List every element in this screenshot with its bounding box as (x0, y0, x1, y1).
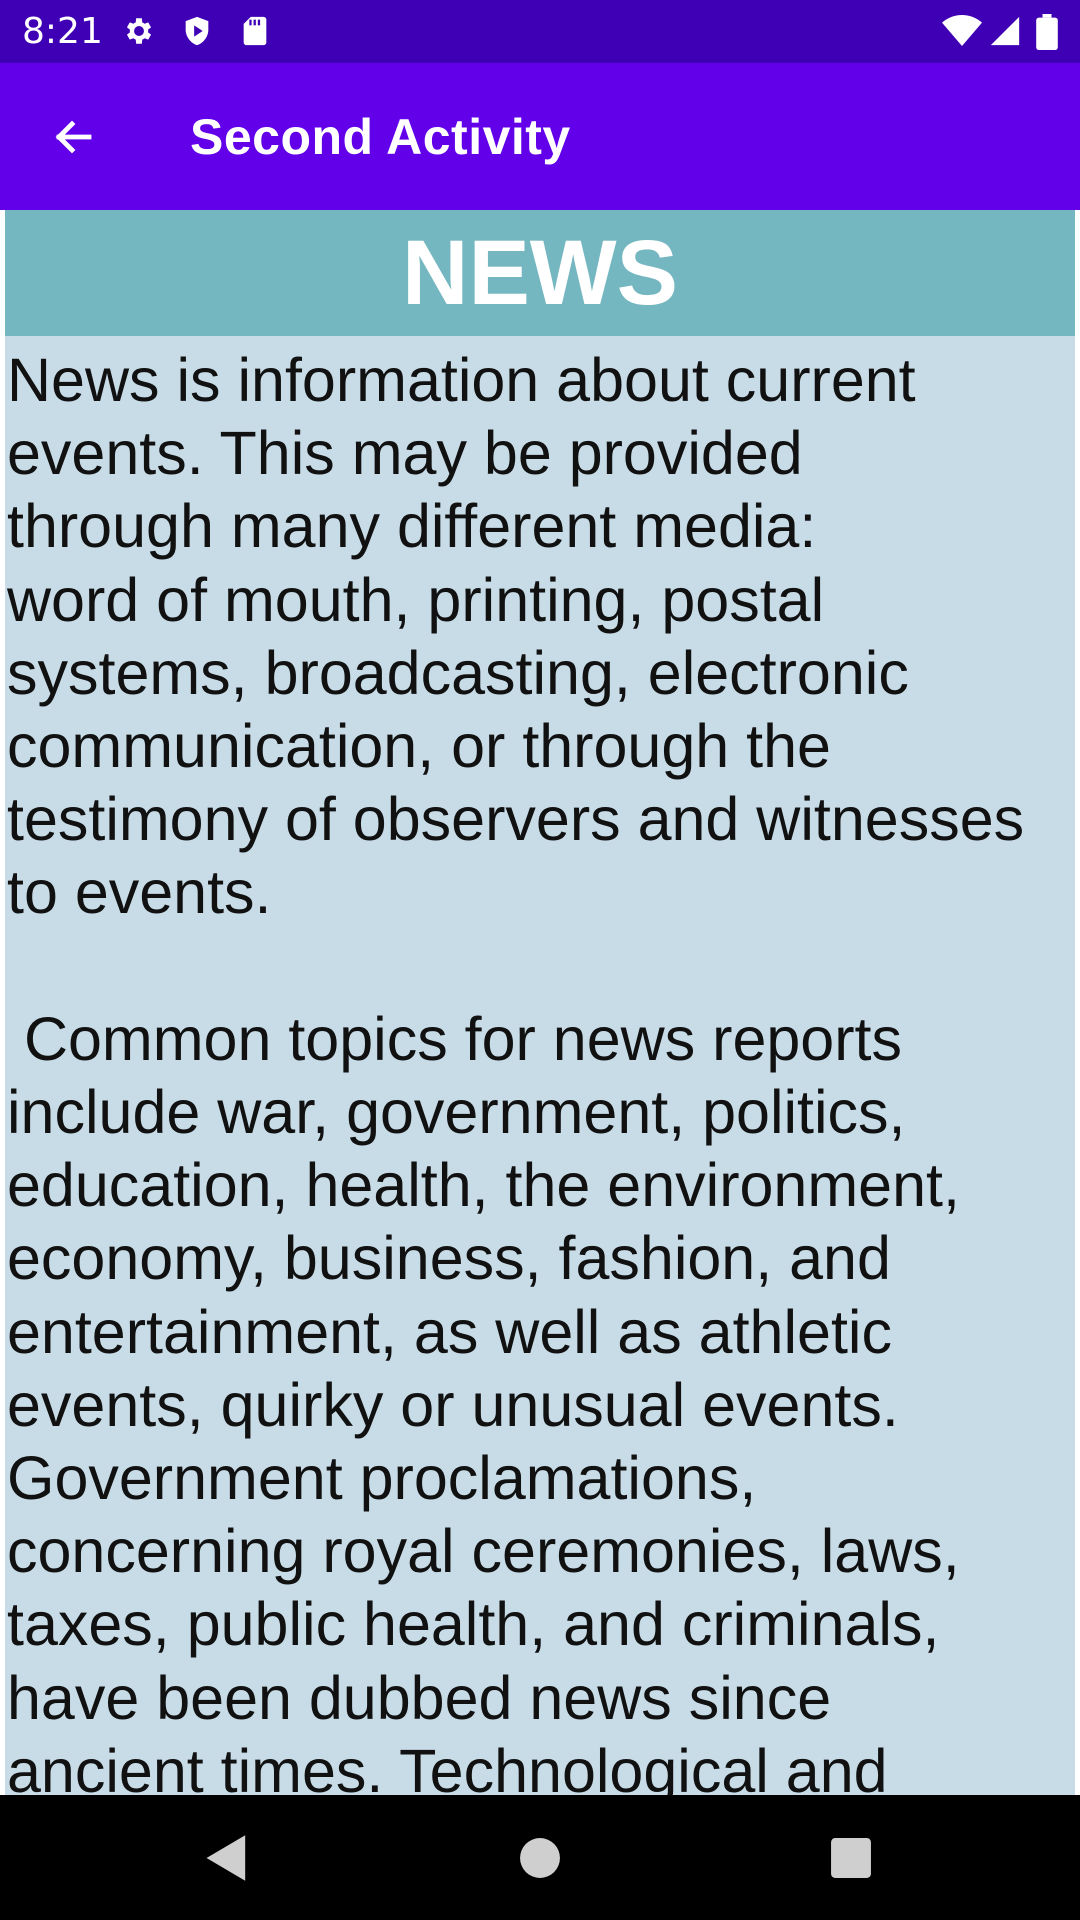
news-body-line: Government proclamations, (7, 1444, 757, 1513)
gear-icon (122, 14, 156, 48)
app-bar: Second Activity (0, 63, 1080, 210)
news-body-line: events, quirky or unusual events. (7, 1370, 899, 1439)
news-body-line: have been dubbed news since (7, 1663, 832, 1732)
app-title: Second Activity (190, 109, 571, 165)
nav-home-button[interactable] (505, 1823, 575, 1893)
nav-recents-button[interactable] (816, 1823, 886, 1893)
news-body-line: communication, or through the (7, 712, 831, 781)
status-time: 8:21 (22, 11, 103, 52)
news-body-line: testimony of observers and witnesses (7, 785, 1025, 854)
screen: 8:21 Second Activity NEWS News is inform… (0, 0, 1080, 1920)
news-header: NEWS (5, 210, 1075, 336)
news-body-line: to events. (7, 858, 272, 927)
back-triangle-icon (206, 1835, 246, 1881)
news-body-text: News is information about current events.… (5, 336, 1075, 1795)
wifi-icon (942, 14, 982, 48)
sd-card-icon (238, 14, 272, 48)
news-body-line: economy, business, fashion, and (7, 1224, 891, 1293)
news-body-line (7, 930, 1075, 1003)
recents-square-icon (831, 1838, 871, 1878)
news-body-line: systems, broadcasting, electronic (7, 638, 909, 707)
news-body-line: entertainment, as well as athletic (7, 1297, 892, 1366)
back-button[interactable] (30, 103, 116, 171)
news-body-line: include war, government, politics, (7, 1078, 906, 1147)
signal-icon (988, 14, 1022, 48)
news-body-line: taxes, public health, and criminals, (7, 1590, 940, 1659)
nav-back-button[interactable] (192, 1823, 262, 1893)
navigation-bar (0, 1795, 1080, 1920)
news-body-line: concerning royal ceremonies, laws, (7, 1517, 960, 1586)
news-body-line: through many different media: (7, 492, 817, 561)
news-content[interactable]: NEWS News is information about current ev… (5, 210, 1075, 1795)
news-body-line: Common topics for news reports (7, 1004, 902, 1073)
news-body-line: events. This may be provided (7, 419, 803, 488)
play-shield-icon (180, 14, 214, 48)
news-body-line: word of mouth, printing, postal (7, 565, 825, 634)
news-body-line: education, health, the environment, (7, 1151, 960, 1220)
battery-icon (1036, 14, 1058, 51)
status-bar: 8:21 (0, 0, 1080, 63)
news-body-line: ancient times. Technological and (7, 1736, 888, 1795)
news-body-line: News is information about current (7, 346, 916, 414)
home-circle-icon (520, 1838, 560, 1878)
arrow-left-icon (55, 120, 92, 154)
